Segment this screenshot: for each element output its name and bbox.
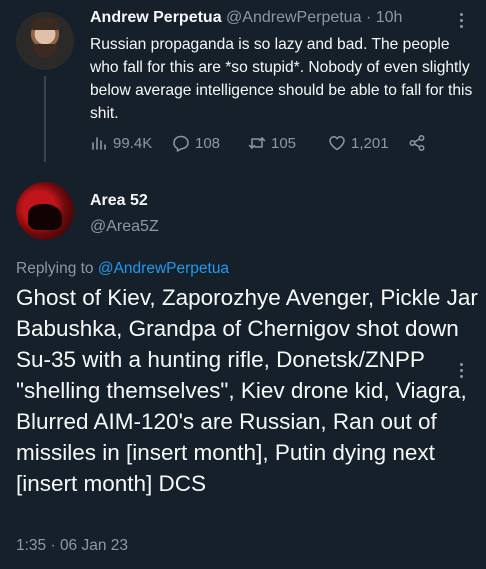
author-handle[interactable]: @AndrewPerpetua [226,9,361,26]
author-name[interactable]: Area 52 [90,192,148,210]
share-icon [409,135,425,151]
replying-to: Replying to @AndrewPerpetua [16,260,229,278]
reply-count: 108 [195,134,221,152]
replying-prefix: Replying to [16,260,98,277]
retweet-button[interactable]: 105 [248,134,296,152]
like-count: 1,201 [351,134,389,152]
retweet-icon [248,137,266,149]
tweet-text: Russian propaganda is so lazy and bad. T… [90,36,473,122]
reply-icon [173,135,189,152]
tweet-text: Ghost of Kiev, Zaporozhye Avenger, Pickl… [16,285,478,496]
retweet-count: 105 [271,134,297,152]
views-button[interactable]: 99.4K [90,134,152,152]
author-name[interactable]: Andrew Perpetua [90,9,222,26]
avatar-beard [33,44,57,58]
parent-tweet[interactable]: Andrew Perpetua @AndrewPerpetua · 10h Ru… [0,0,486,170]
more-options-icon[interactable] [454,10,468,34]
tweet-timestamp[interactable]: 1:35 · 06 Jan 23 [16,537,128,555]
avatar-silhouette [28,204,62,230]
tweet-header: Andrew Perpetua @AndrewPerpetua · 10h [90,9,402,27]
heart-icon [329,136,345,151]
avatar[interactable] [16,182,74,240]
views-icon [92,137,106,150]
views-count: 99.4K [113,134,153,152]
like-button[interactable]: 1,201 [328,134,389,152]
reply-button[interactable]: 108 [172,134,220,152]
thread-connector-line [44,76,46,162]
replying-to-link[interactable]: @AndrewPerpetua [98,260,229,277]
tweet-age[interactable]: 10h [376,9,403,26]
share-button[interactable] [408,134,426,152]
reply-tweet[interactable]: Area 52 @Area5Z Replying to @AndrewPerpe… [0,170,486,569]
author-handle[interactable]: @Area5Z [90,218,159,236]
avatar[interactable] [16,12,74,70]
avatar-hair [31,18,59,30]
separator: · [365,9,372,26]
